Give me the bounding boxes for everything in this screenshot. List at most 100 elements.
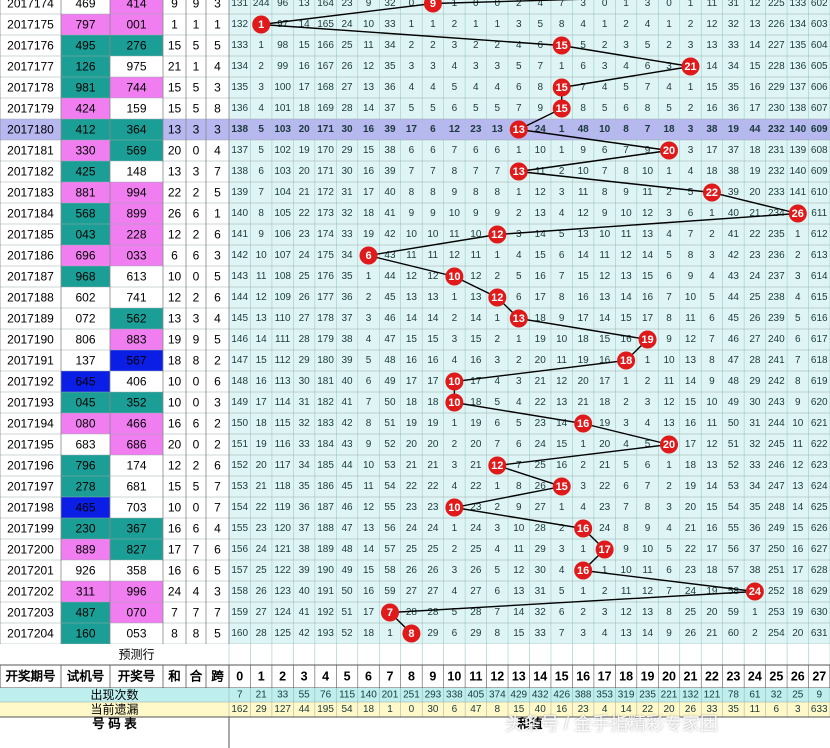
value-column-header: 7 bbox=[387, 670, 394, 684]
omission-cell: 2 bbox=[623, 19, 629, 30]
omission-cell: 16 bbox=[578, 292, 590, 303]
omission-cell: 36 bbox=[384, 82, 396, 93]
omission-cell: 252 bbox=[768, 586, 785, 597]
omission-cell: 23 bbox=[299, 229, 311, 240]
span-cell: 5 bbox=[214, 333, 221, 347]
omission-cell: 12 bbox=[642, 586, 654, 597]
draw-number: 228 bbox=[126, 228, 146, 242]
omission-cell: 3 bbox=[580, 628, 586, 639]
sum-ball-label: 16 bbox=[577, 418, 589, 430]
omission-cell: 8 bbox=[666, 313, 672, 324]
omission-cell: 4 bbox=[452, 355, 458, 366]
omission-cell: 7 bbox=[666, 586, 672, 597]
omission-cell: 8 bbox=[430, 187, 436, 198]
omission-cell: 7 bbox=[495, 166, 501, 177]
period-cell: 2017191 bbox=[7, 354, 54, 368]
span-cell: 4 bbox=[214, 144, 221, 158]
count-cell: 405 bbox=[467, 690, 484, 701]
omission-cell: 22 bbox=[427, 481, 439, 492]
omission-cell: 13 bbox=[513, 586, 525, 597]
omission-cell: 140 bbox=[789, 124, 806, 135]
omission-cell: 23 bbox=[470, 124, 482, 135]
omission-cell: 34 bbox=[728, 61, 740, 72]
omission-cell: 28 bbox=[535, 523, 547, 534]
period-cell: 2017178 bbox=[7, 81, 54, 95]
omission-cell: 16 bbox=[363, 124, 375, 135]
omission-cell: 46 bbox=[384, 313, 396, 324]
omission-cell: 6 bbox=[645, 61, 651, 72]
omission-cell: 5 bbox=[495, 103, 501, 114]
current-omission-cell: 6 bbox=[452, 704, 458, 715]
sum-ball-label: 19 bbox=[641, 334, 653, 346]
span-cell: 3 bbox=[214, 249, 221, 263]
omission-cell: 8 bbox=[495, 187, 501, 198]
span-cell: 1 bbox=[214, 18, 221, 32]
period-cell: 2017197 bbox=[7, 480, 54, 494]
omission-cell: 33 bbox=[535, 628, 547, 639]
omission-cell: 55 bbox=[728, 523, 740, 534]
sum-ball-label: 1 bbox=[258, 19, 264, 31]
omission-cell: 3 bbox=[666, 502, 672, 513]
omission-cell: 27 bbox=[341, 82, 353, 93]
omission-cell: 14 bbox=[363, 103, 375, 114]
omission-cell: 8 bbox=[688, 250, 694, 261]
omission-cell: 242 bbox=[768, 376, 785, 387]
omission-cell: 19 bbox=[685, 481, 697, 492]
omission-cell: 2 bbox=[602, 586, 608, 597]
omission-cell: 31 bbox=[535, 586, 547, 597]
trial-number: 696 bbox=[75, 249, 95, 263]
omission-cell: 48 bbox=[578, 124, 590, 135]
current-omission-cell: 47 bbox=[470, 704, 482, 715]
omission-cell: 4 bbox=[366, 334, 372, 345]
omission-cell: 54 bbox=[384, 481, 396, 492]
omission-cell: 3 bbox=[559, 187, 565, 198]
omission-cell: 10 bbox=[363, 19, 375, 30]
omission-cell: 6 bbox=[516, 292, 522, 303]
omission-cell: 618 bbox=[811, 355, 828, 366]
omission-cell: 4 bbox=[666, 229, 672, 240]
span-cell: 6 bbox=[214, 459, 221, 473]
omission-cell: 2 bbox=[452, 313, 458, 324]
omission-cell: 6 bbox=[409, 145, 415, 156]
period-cell: 2017204 bbox=[7, 627, 54, 641]
omission-cell: 5 bbox=[645, 40, 651, 51]
omission-cell: 29 bbox=[470, 628, 482, 639]
current-omission-cell: 30 bbox=[427, 704, 439, 715]
omission-cell: 38 bbox=[749, 565, 761, 576]
omission-cell: 157 bbox=[231, 565, 248, 576]
omission-cell: 1 bbox=[473, 19, 479, 30]
omission-cell: 4 bbox=[580, 502, 586, 513]
omission-cell: 34 bbox=[341, 250, 353, 261]
omission-cell: 24 bbox=[406, 523, 418, 534]
omission-cell: 251 bbox=[768, 565, 785, 576]
span-cell: 7 bbox=[214, 501, 221, 515]
current-omission-cell: 16 bbox=[556, 704, 568, 715]
mod-cell: 2 bbox=[193, 228, 200, 242]
footer-left-label: 号 码 表 bbox=[92, 716, 137, 731]
omission-cell: 1 bbox=[709, 208, 715, 219]
value-column-header: 1 bbox=[258, 670, 265, 684]
omission-cell: 38 bbox=[299, 544, 311, 555]
mod-cell: 0 bbox=[193, 270, 200, 284]
period-cell: 2017199 bbox=[7, 522, 54, 536]
omission-cell: 13 bbox=[535, 208, 547, 219]
omission-cell: 22 bbox=[406, 481, 418, 492]
sum-cell: 18 bbox=[168, 354, 182, 368]
span-cell: 7 bbox=[214, 165, 221, 179]
omission-cell: 106 bbox=[274, 229, 291, 240]
omission-cell: 2 bbox=[645, 376, 651, 387]
trial-number: 968 bbox=[75, 270, 95, 284]
omission-cell: 3 bbox=[495, 61, 501, 72]
omission-cell: 5 bbox=[495, 565, 501, 576]
omission-cell: 48 bbox=[728, 376, 740, 387]
omission-cell: 17 bbox=[363, 607, 375, 618]
sum-ball-label: 9 bbox=[430, 0, 436, 10]
omission-cell: 7 bbox=[559, 0, 565, 9]
omission-cell: 617 bbox=[811, 334, 828, 345]
omission-cell: 41 bbox=[341, 397, 353, 408]
omission-cell: 179 bbox=[317, 334, 334, 345]
trial-number: 043 bbox=[75, 228, 95, 242]
draw-number: 367 bbox=[126, 522, 146, 536]
omission-cell: 24 bbox=[470, 523, 482, 534]
omission-cell: 19 bbox=[363, 229, 375, 240]
